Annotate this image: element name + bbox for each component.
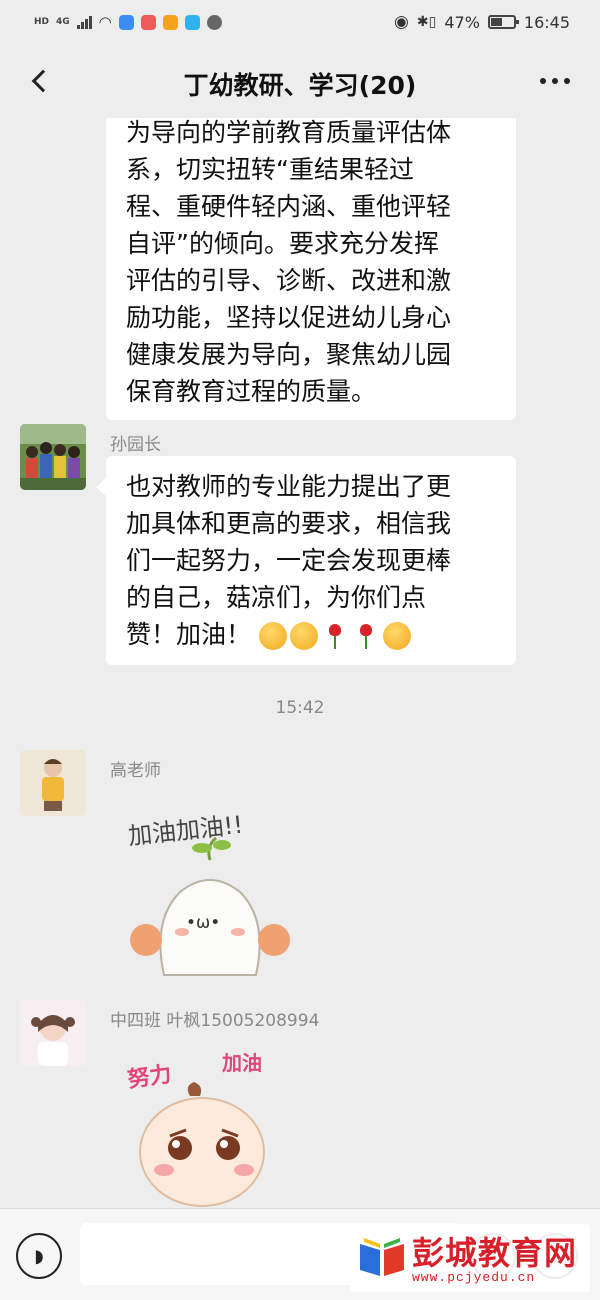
clock: 16:45 xyxy=(523,12,570,32)
message-line: 系，切实扭转“重结果轻过 xyxy=(126,155,414,184)
message-line: 评估的引导、诊断、改进和激 xyxy=(126,266,452,295)
voice-button[interactable]: ◗ xyxy=(16,1233,62,1279)
sticker-caption-left: 努力 xyxy=(126,1061,173,1093)
status-left: HD 4G ◠ xyxy=(34,13,222,31)
app-notification-icon xyxy=(206,14,222,30)
status-bar: HD 4G ◠ ◉ ✱▯ 47% 16:45 xyxy=(0,0,600,44)
status-right: ◉ ✱▯ 47% 16:45 xyxy=(394,12,570,32)
svg-text:•ω•: •ω• xyxy=(186,913,220,933)
message-line: 自评”的倾向。要求充分发挥 xyxy=(126,229,439,258)
app-notification-icon xyxy=(140,14,156,30)
message-line: 加具体和更高的要求，相信我 xyxy=(126,509,452,538)
message-line-last: 赞！加油！ xyxy=(126,616,496,653)
voice-icon: ◗ xyxy=(34,1245,44,1267)
rose-emoji-icon xyxy=(352,622,380,650)
strong-emoji-icon xyxy=(382,622,411,650)
message-line: 们一起努力，一定会发现更棒 xyxy=(126,546,452,575)
message-line: 健康发展为导向，聚焦幼儿园 xyxy=(126,340,452,369)
message-line: 励功能，坚持以促进幼儿身心 xyxy=(126,303,452,332)
hug-emoji-icon xyxy=(258,622,287,650)
rose-emoji-icon xyxy=(321,622,349,650)
app-notification-icon xyxy=(184,14,200,30)
wifi-icon: ◠ xyxy=(98,13,112,31)
battery-icon xyxy=(487,15,519,29)
avatar-gao[interactable] xyxy=(20,750,86,816)
more-options-button[interactable] xyxy=(540,66,570,96)
message-list[interactable]: 为导向的学前教育质量评估体 系，切实扭转“重结果轻过 程、重硬件轻内涵、重他评轻… xyxy=(0,118,600,1208)
app-notification-icon xyxy=(118,14,134,30)
sender-name: 高老师 xyxy=(110,761,161,781)
timestamp: 15:42 xyxy=(275,698,325,718)
watermark-title: 彭城教育网 xyxy=(412,1234,578,1272)
watermark-url: www.pcjyedu.cn xyxy=(412,1270,536,1285)
hug-emoji-icon xyxy=(289,622,318,650)
avatar-sun[interactable] xyxy=(20,424,86,490)
message-line: 也对教师的专业能力提出了更 xyxy=(126,472,452,501)
message-line: 赞！加油！ xyxy=(126,620,252,649)
message-line: 的自己，菇凉们，为你们点 xyxy=(126,583,427,612)
sticker-jiayou[interactable]: 加油加油!! •ω• xyxy=(110,790,310,990)
hd-indicator: HD xyxy=(34,17,50,27)
watermark: 彭城教育网 www.pcjyedu.cn xyxy=(350,1224,590,1292)
signal-icon xyxy=(76,15,92,29)
message-line: 程、重硬件轻内涵、重他评轻 xyxy=(126,192,452,221)
bluetooth-vibrate-icon: ✱▯ xyxy=(416,14,437,30)
more-dots-icon xyxy=(540,78,546,84)
emoji-row xyxy=(258,622,411,650)
sticker-nuli-jiayou[interactable]: 努力 加油 xyxy=(110,1040,290,1208)
message-bubble[interactable]: 也对教师的专业能力提出了更 加具体和更高的要求，相信我 们一起努力，一定会发现更… xyxy=(96,456,516,665)
message-line: 为导向的学前教育质量评估体 xyxy=(126,118,452,147)
chat-title: 丁幼教研、学习(20) xyxy=(183,71,417,100)
sticker-caption-right: 加油 xyxy=(221,1051,262,1075)
sender-name: 孙园长 xyxy=(110,435,161,455)
avatar-ye[interactable] xyxy=(20,1000,86,1066)
message-bubble[interactable]: 为导向的学前教育质量评估体 系，切实扭转“重结果轻过 程、重硬件轻内涵、重他评轻… xyxy=(106,118,516,420)
battery-percent: 47% xyxy=(444,12,480,32)
watermark-logo-icon xyxy=(360,1238,404,1276)
message-line: 保育教育过程的质量。 xyxy=(126,377,377,406)
sender-name: 中四班 叶枫15005208994 xyxy=(110,1011,320,1031)
eye-icon: ◉ xyxy=(394,12,409,32)
chat-header: 丁幼教研、学习(20) xyxy=(0,44,600,118)
app-notification-icon xyxy=(162,14,178,30)
network-type: 4G xyxy=(56,17,70,27)
